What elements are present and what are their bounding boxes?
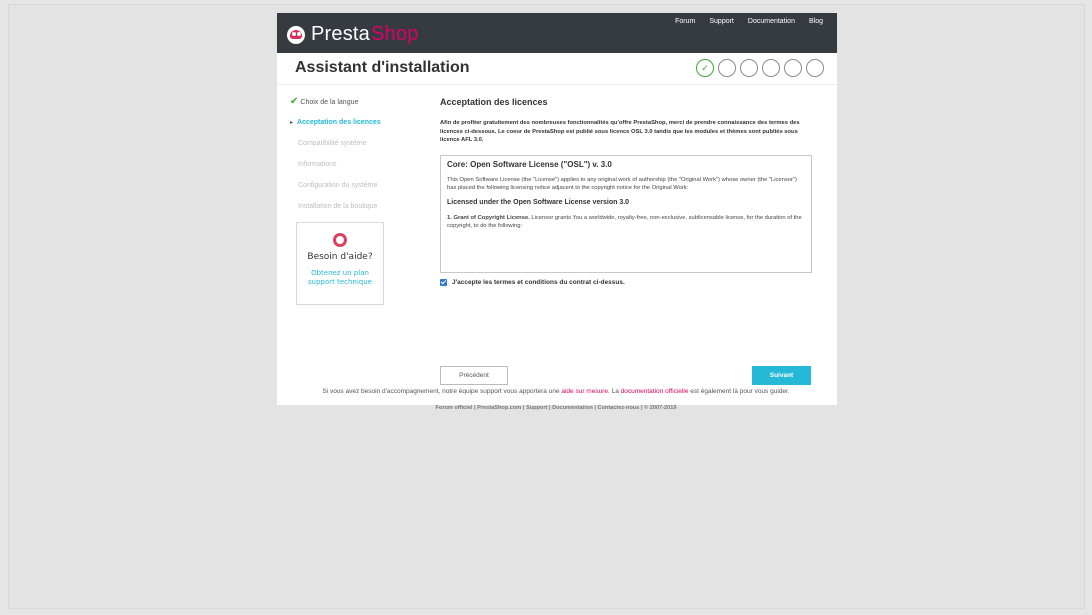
sidebar-item-installation: Installation de la boutique [290, 202, 400, 223]
accept-terms-label[interactable]: J'accepte les termes et conditions du co… [452, 279, 625, 286]
sidebar-item-information: Informations [290, 160, 400, 181]
page-title: Assistant d'installation [295, 59, 470, 76]
sidebar-item-label: Choix de la langue [300, 99, 359, 106]
link-support[interactable]: Support [695, 18, 734, 25]
progress-steps: ✓ [696, 59, 824, 77]
sidebar-item-label: Installation de la boutique [298, 203, 378, 210]
step-2-icon [718, 59, 736, 77]
license-grant: 1. Grant of Copyright License. Licensor … [447, 214, 805, 230]
logo-text-presta: Presta [311, 23, 371, 45]
sidebar-item-label: Acceptation des licences [297, 119, 381, 126]
sidebar-item-label: Informations [298, 161, 337, 168]
grant-title: 1. Grant of Copyright License. [447, 214, 530, 221]
content-card: ✔ Choix de la langue ▸ Acceptation des lic… [277, 85, 837, 405]
step-5-icon [784, 59, 802, 77]
logo-text-shop: Shop [371, 23, 419, 45]
assist-text: . La [607, 388, 621, 395]
accept-terms-row[interactable]: J'accepte les termes et conditions du co… [440, 278, 812, 286]
sidebar-item-licenses[interactable]: ▸ Acceptation des licences [290, 118, 400, 139]
prestashop-logo[interactable]: Presta Shop [287, 23, 419, 46]
puffin-logo-icon [287, 25, 305, 44]
license-intro: Afin de profiter gratuitement des nombre… [440, 120, 800, 143]
step-3-icon [740, 59, 758, 77]
sidebar-item-compatibility: Compatibilité système [290, 139, 400, 160]
footer-links: Forum officiel | PrestaShop.com | Suppor… [435, 405, 677, 411]
lifebuoy-icon [333, 233, 347, 247]
title-bar: Assistant d'installation ✓ [277, 53, 837, 85]
official-docs-link[interactable]: documentation officielle [621, 388, 689, 395]
step-4-icon [762, 59, 780, 77]
main-content: Acceptation des licences Afin de profite… [440, 85, 812, 286]
next-button[interactable]: Suivant [752, 366, 811, 385]
caret-right-icon: ▸ [290, 120, 294, 126]
link-blog[interactable]: Blog [795, 18, 823, 25]
accept-terms-checkbox[interactable] [440, 278, 447, 286]
previous-button[interactable]: Précédent [440, 366, 508, 385]
assist-text: est également là pour vous guider. [688, 388, 790, 395]
help-box: Besoin d'aide? Obtenez un plan support t… [296, 222, 384, 305]
assistance-note: Si vous avez besoin d'accompagnement, no… [286, 388, 826, 395]
step-6-icon [806, 59, 824, 77]
custom-help-link[interactable]: aide sur mesure [561, 388, 608, 395]
top-links: Forum Support Documentation Blog [661, 18, 823, 25]
section-heading: Acceptation des licences [440, 97, 548, 107]
license-paragraph: This Open Software License (the "License… [447, 176, 797, 191]
sidebar-item-language[interactable]: ✔ Choix de la langue [290, 97, 400, 118]
installer-window: Presta Shop Forum Support Documentation B… [277, 13, 837, 405]
check-icon: ✔ [290, 96, 299, 107]
help-heading: Besoin d'aide? [307, 252, 373, 262]
step-1-done-icon: ✓ [696, 59, 714, 77]
assist-text: Si vous avez besoin d'accompagnement, no… [322, 388, 562, 395]
license-subheading: Licensed under the Open Software License… [447, 198, 630, 206]
sidebar-item-label: Compatibilité système [298, 140, 367, 147]
sidebar-item-label: Configuration du système [298, 182, 378, 189]
top-header: Presta Shop Forum Support Documentation B… [277, 13, 837, 53]
license-title: Core: Open Software License ("OSL") v. 3… [447, 159, 612, 169]
license-text-box[interactable]: Core: Open Software License ("OSL") v. 3… [440, 154, 812, 273]
support-plan-link[interactable]: Obtenez un plan support technique [297, 269, 383, 287]
sidebar-item-configuration: Configuration du système [290, 181, 400, 202]
link-forum[interactable]: Forum [661, 18, 695, 25]
steps-sidebar: ✔ Choix de la langue ▸ Acceptation des lic… [290, 97, 400, 223]
link-documentation[interactable]: Documentation [734, 18, 795, 25]
